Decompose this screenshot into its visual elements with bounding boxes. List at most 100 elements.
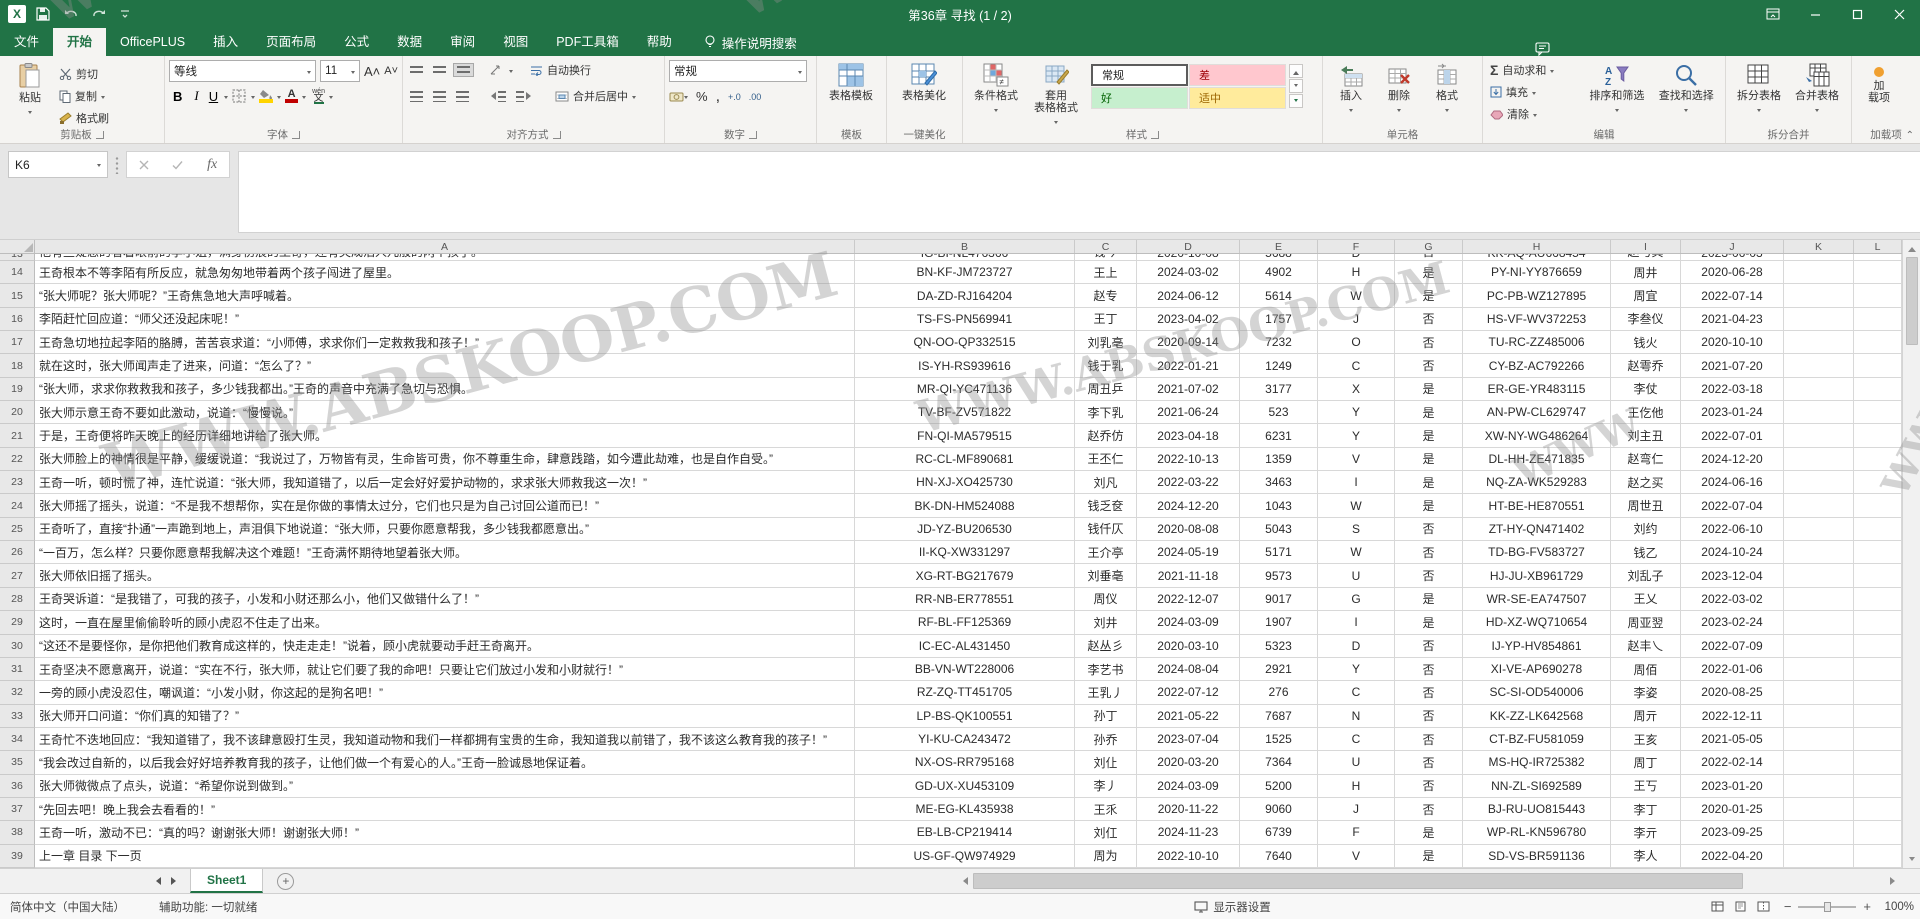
tab-insert[interactable]: 插入 [199, 28, 252, 56]
cell-C39[interactable]: 周为 [1075, 845, 1137, 868]
row-header-23[interactable]: 23 [0, 471, 35, 494]
cell-B24[interactable]: BK-DN-HM524088 [855, 494, 1075, 517]
cell-H19[interactable]: ER-GE-YR483115 [1463, 378, 1611, 401]
cell-F34[interactable]: C [1318, 728, 1395, 751]
cell-K27[interactable] [1784, 564, 1854, 587]
cell-B35[interactable]: NX-OS-RR795168 [855, 751, 1075, 774]
cell-F22[interactable]: V [1318, 448, 1395, 471]
cell-I29[interactable]: 周亚翌 [1611, 611, 1681, 634]
cell-I15[interactable]: 周宜 [1611, 284, 1681, 307]
cell-style-好[interactable]: 好 [1091, 87, 1188, 109]
phonetic-guide-button[interactable]: wén文 [312, 88, 325, 104]
cell-K32[interactable] [1784, 681, 1854, 704]
row-header-20[interactable]: 20 [0, 401, 35, 424]
insert-cells-button[interactable]: 插入 [1327, 60, 1375, 117]
cut-button[interactable]: 剪切 [56, 64, 112, 84]
cell-F24[interactable]: W [1318, 494, 1395, 517]
cell-A23[interactable]: 王奇一听，顿时慌了神，连忙说道：“张大师，我知道错了，以后一定会好好爱护动物的，… [35, 471, 855, 494]
cell-D28[interactable]: 2022-12-07 [1137, 588, 1240, 611]
autosum-button[interactable]: Σ 自动求和 [1487, 60, 1582, 80]
zoom-slider[interactable] [1798, 906, 1856, 908]
cell-I26[interactable]: 钱乙 [1611, 541, 1681, 564]
cell-C25[interactable]: 钱仟仄 [1075, 518, 1137, 541]
row-header-24[interactable]: 24 [0, 494, 35, 517]
cell-G28[interactable]: 是 [1395, 588, 1463, 611]
cell-style-常规[interactable]: 常规 [1091, 64, 1188, 86]
cell-J21[interactable]: 2022-07-01 [1681, 424, 1784, 447]
column-header-G[interactable]: G [1395, 240, 1463, 253]
row-header-28[interactable]: 28 [0, 588, 35, 611]
cell-L22[interactable] [1854, 448, 1902, 471]
name-box[interactable]: K6 [8, 151, 108, 178]
row-header-22[interactable]: 22 [0, 448, 35, 471]
font-size-select[interactable]: 11 [320, 60, 360, 82]
cell-J20[interactable]: 2023-01-24 [1681, 401, 1784, 424]
cell-F32[interactable]: C [1318, 681, 1395, 704]
cell-I19[interactable]: 李仗 [1611, 378, 1681, 401]
ribbon-display-options-icon[interactable] [1752, 0, 1794, 28]
cell-I35[interactable]: 周丁 [1611, 751, 1681, 774]
cell-G20[interactable]: 是 [1395, 401, 1463, 424]
cell-G25[interactable]: 否 [1395, 518, 1463, 541]
cell-K35[interactable] [1784, 751, 1854, 774]
cell-F14[interactable]: H [1318, 261, 1395, 284]
column-header-E[interactable]: E [1240, 240, 1318, 253]
cell-E25[interactable]: 5043 [1240, 518, 1318, 541]
cell-B29[interactable]: RF-BL-FF125369 [855, 611, 1075, 634]
column-header-I[interactable]: I [1611, 240, 1681, 253]
zoom-in-button[interactable]: + [1863, 899, 1871, 914]
cell-L32[interactable] [1854, 681, 1902, 704]
cell-K17[interactable] [1784, 331, 1854, 354]
cell-D25[interactable]: 2020-08-08 [1137, 518, 1240, 541]
horizontal-scrollbar[interactable] [955, 872, 1902, 890]
cell-D17[interactable]: 2020-09-14 [1137, 331, 1240, 354]
conditional-formatting-button[interactable]: ≠ 条件格式 [967, 60, 1025, 117]
cell-B20[interactable]: TV-BF-ZV571822 [855, 401, 1075, 424]
cell-J30[interactable]: 2022-07-09 [1681, 635, 1784, 658]
cell-C19[interactable]: 周丑乒 [1075, 378, 1137, 401]
cell-G19[interactable]: 是 [1395, 378, 1463, 401]
cell-B38[interactable]: EB-LB-CP219414 [855, 821, 1075, 844]
cell-A37[interactable]: “先回去吧！晚上我会去看看的！” [35, 798, 855, 821]
cell-G14[interactable]: 是 [1395, 261, 1463, 284]
cell-L34[interactable] [1854, 728, 1902, 751]
cell-A30[interactable]: “这还不是要怪你，是你把他们教育成这样的，快走走走！”说着，顾小虎就要动手赶王奇… [35, 635, 855, 658]
cell-D24[interactable]: 2024-12-20 [1137, 494, 1240, 517]
cell-A22[interactable]: 张大师脸上的神情很是平静，缓缓说道：“我说过了，万物皆有灵，生命皆可贵，你不尊重… [35, 448, 855, 471]
vertical-scroll-thumb[interactable] [1906, 257, 1918, 345]
scroll-right-icon[interactable] [1886, 872, 1902, 890]
cell-L25[interactable] [1854, 518, 1902, 541]
cell-L13[interactable] [1854, 254, 1902, 261]
cell-I21[interactable]: 刘主丑 [1611, 424, 1681, 447]
shrink-font-button[interactable]: A˅ [384, 65, 398, 77]
cell-B37[interactable]: ME-EG-KL435938 [855, 798, 1075, 821]
cell-G13[interactable]: 否 [1395, 254, 1463, 261]
cell-A33[interactable]: 张大师开口问道：“你们真的知错了？” [35, 705, 855, 728]
format-as-table-button[interactable]: 套用 表格格式 [1025, 60, 1087, 129]
grow-font-button[interactable]: A˄ [364, 64, 380, 79]
row-header-21[interactable]: 21 [0, 424, 35, 447]
cell-A36[interactable]: 张大师微微点了点头，说道：“希望你说到做到。” [35, 775, 855, 798]
cell-A25[interactable]: 王奇听了，直接“扑通”一声跪到地上，声泪俱下地说道：“张大师，只要你愿意帮我，多… [35, 518, 855, 541]
formula-bar-splitter[interactable] [115, 156, 119, 174]
cell-A26[interactable]: “一百万，怎么样？只要你愿意帮我解决这个难题！”王奇满怀期待地望着张大师。 [35, 541, 855, 564]
cell-J26[interactable]: 2024-10-24 [1681, 541, 1784, 564]
cell-D29[interactable]: 2024-03-09 [1137, 611, 1240, 634]
cell-F19[interactable]: X [1318, 378, 1395, 401]
cell-G36[interactable]: 否 [1395, 775, 1463, 798]
scroll-up-icon[interactable] [1903, 240, 1920, 255]
sheet-tab-sheet1[interactable]: Sheet1 [190, 869, 263, 893]
cell-G23[interactable]: 是 [1395, 471, 1463, 494]
row-header-33[interactable]: 33 [0, 705, 35, 728]
cell-C30[interactable]: 赵丛彡 [1075, 635, 1137, 658]
tab-pdf-tools[interactable]: PDF工具箱 [542, 28, 633, 56]
cell-C31[interactable]: 李艺书 [1075, 658, 1137, 681]
cell-E20[interactable]: 523 [1240, 401, 1318, 424]
cell-E35[interactable]: 7364 [1240, 751, 1318, 774]
cell-B25[interactable]: JD-YZ-BU206530 [855, 518, 1075, 541]
cell-H24[interactable]: HT-BE-HE870551 [1463, 494, 1611, 517]
cell-H31[interactable]: XI-VE-AP690278 [1463, 658, 1611, 681]
delete-cells-button[interactable]: 删除 [1375, 60, 1423, 117]
cell-G34[interactable]: 否 [1395, 728, 1463, 751]
align-right-button[interactable] [453, 89, 472, 104]
